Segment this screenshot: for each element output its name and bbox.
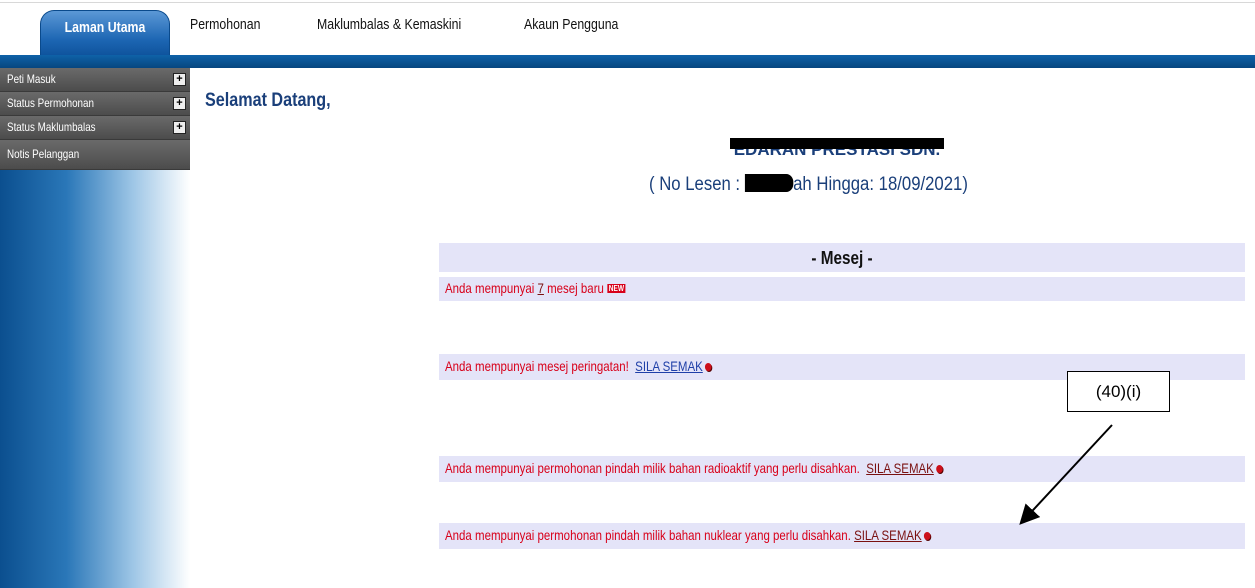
annotation-arrow-icon xyxy=(1019,424,1113,525)
